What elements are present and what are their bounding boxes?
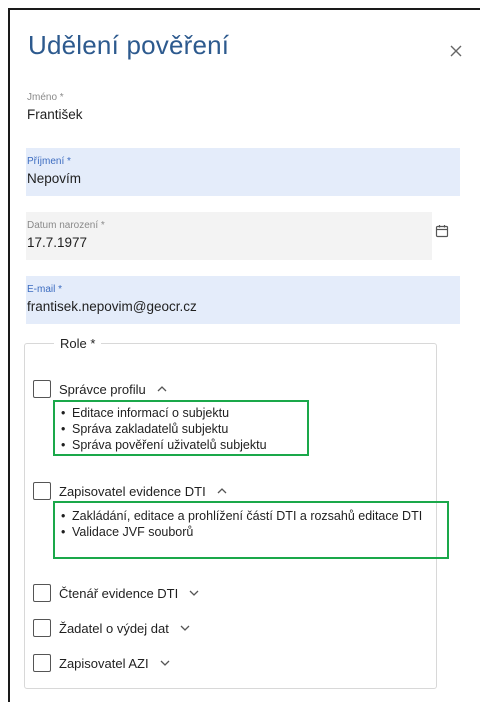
chevron-up-icon[interactable] — [216, 485, 228, 497]
last-name-value: Nepovím — [27, 171, 82, 186]
first-name-field[interactable]: Jméno * František — [26, 84, 460, 132]
role-item-spravce-profilu[interactable]: Správce profilu — [33, 378, 168, 400]
calendar-icon — [435, 225, 449, 238]
calendar-button[interactable] — [435, 224, 453, 242]
last-name-label: Příjmení * — [27, 156, 71, 167]
role-checkbox[interactable] — [33, 380, 51, 398]
birth-date-field[interactable]: Datum narození * 17.7.1977 — [26, 212, 432, 260]
dialog-title: Udělení pověření — [28, 30, 230, 60]
permission-item: Správa zakladatelů subjektu — [58, 421, 307, 437]
permissions-box: Zakládání, editace a prohlížení částí DT… — [53, 501, 449, 559]
email-value: frantisek.nepovim@geocr.cz — [27, 299, 197, 314]
role-checkbox[interactable] — [33, 619, 51, 637]
permission-item: Editace informací o subjektu — [58, 405, 307, 421]
permission-item: Validace JVF souborů — [58, 524, 443, 540]
birth-date-label: Datum narození * — [27, 220, 105, 231]
role-label: Žadatel o výdej dat — [59, 620, 169, 636]
permission-item: Správa pověření uživatelů subjektu — [58, 437, 307, 453]
email-field[interactable]: E-mail * frantisek.nepovim@geocr.cz — [26, 276, 460, 324]
roles-legend: Role * — [54, 336, 102, 351]
close-button[interactable] — [443, 38, 469, 64]
role-item-zapisovatel-azi[interactable]: Zapisovatel AZI — [33, 652, 171, 674]
role-checkbox[interactable] — [33, 654, 51, 672]
role-label: Zapisovatel evidence DTI — [59, 483, 206, 499]
role-label: Zapisovatel AZI — [59, 655, 149, 671]
role-label: Správce profilu — [59, 381, 146, 397]
role-item-zapisovatel-evidence-dti[interactable]: Zapisovatel evidence DTI — [33, 480, 228, 502]
role-item-ctenar-evidence-dti[interactable]: Čtenář evidence DTI — [33, 582, 200, 604]
chevron-down-icon[interactable] — [159, 657, 171, 669]
close-icon — [450, 45, 462, 57]
chevron-up-icon[interactable] — [156, 383, 168, 395]
first-name-label: Jméno * — [27, 92, 64, 103]
roles-fieldset: Role * Správce profilu Editace informací… — [24, 336, 449, 689]
first-name-value: František — [27, 107, 83, 122]
last-name-field[interactable]: Příjmení * Nepovím — [26, 148, 460, 196]
permission-item: Zakládání, editace a prohlížení částí DT… — [58, 508, 443, 524]
permissions-box: Editace informací o subjektu Správa zakl… — [53, 400, 309, 456]
chevron-down-icon[interactable] — [188, 587, 200, 599]
role-checkbox[interactable] — [33, 584, 51, 602]
email-label: E-mail * — [27, 284, 63, 295]
role-item-zadatel-o-vydej-dat[interactable]: Žadatel o výdej dat — [33, 617, 191, 639]
birth-date-value: 17.7.1977 — [27, 235, 88, 250]
role-label: Čtenář evidence DTI — [59, 585, 179, 601]
role-checkbox[interactable] — [33, 482, 51, 500]
chevron-down-icon[interactable] — [179, 622, 191, 634]
